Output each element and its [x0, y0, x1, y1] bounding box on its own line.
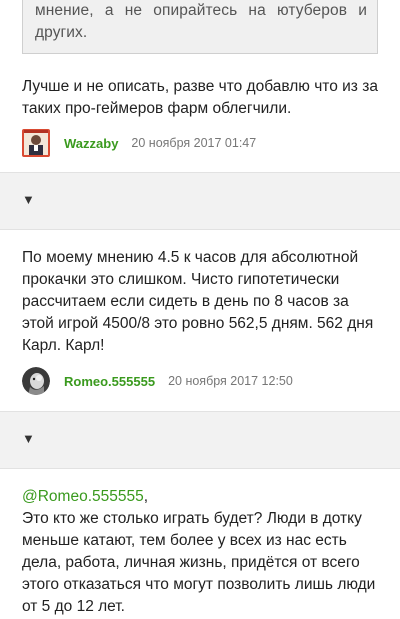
- reply-divider: ▼: [0, 172, 400, 230]
- comment-text: @Romeo.555555, Это кто же столько играть…: [22, 486, 382, 618]
- comment-meta: Wazzaby 20 ноября 2017 01:47: [22, 128, 256, 158]
- comment-date: 20 ноября 2017 12:50: [168, 374, 293, 388]
- collapse-toggle-icon[interactable]: ▼: [22, 431, 35, 447]
- quote-text: мнение, а не опирайтесь на ютуберов и др…: [35, 2, 367, 41]
- mention-suffix: ,: [143, 488, 149, 505]
- author-name[interactable]: Wazzaby: [64, 136, 118, 151]
- comment-date: 20 ноября 2017 01:47: [131, 136, 257, 150]
- comment-text: По моему мнению 4.5 к часов для абсолютн…: [22, 249, 374, 354]
- reply-line: @Romeo.555555,: [22, 486, 382, 508]
- comment-text: Лучше и не описать, разве что добавлю чт…: [22, 78, 378, 117]
- comment-meta: Romeo.555555 20 ноября 2017 12:50: [22, 366, 293, 396]
- comment-body-text: Это кто же столько играть будет? Люди в …: [22, 510, 376, 615]
- reply-divider: ▼: [0, 411, 400, 469]
- mention-link[interactable]: @Romeo.555555: [22, 488, 144, 505]
- quote-block: мнение, а не опирайтесь на ютуберов и др…: [22, 0, 378, 54]
- avatar[interactable]: [22, 129, 50, 157]
- collapse-toggle-icon[interactable]: ▼: [22, 192, 35, 208]
- author-name[interactable]: Romeo.555555: [64, 374, 155, 389]
- avatar[interactable]: [22, 367, 50, 395]
